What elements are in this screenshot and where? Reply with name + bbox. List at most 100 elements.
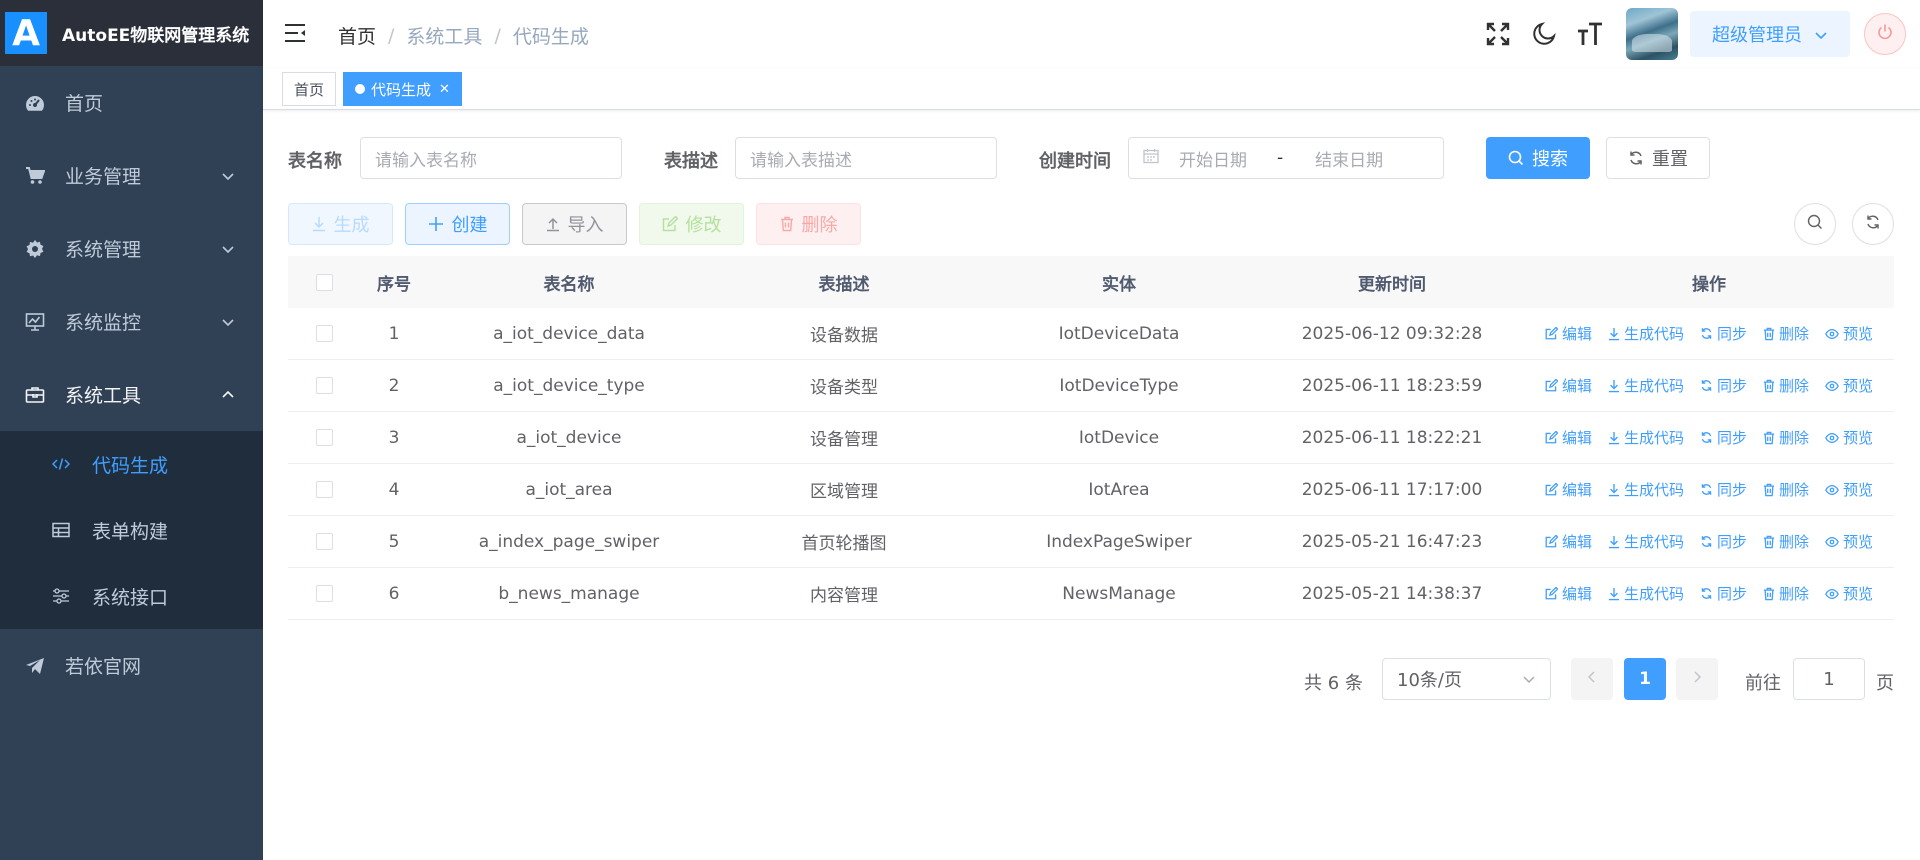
- tag-home[interactable]: 首页: [282, 72, 337, 106]
- delete-row-button[interactable]: 删除: [1763, 427, 1809, 448]
- create-time-range-picker[interactable]: 开始日期 - 结束日期: [1128, 137, 1444, 179]
- row-checkbox[interactable]: [315, 377, 333, 394]
- cell-actions: 编辑 生成代码 同步 删除 预览: [1524, 375, 1894, 396]
- op-label: 删除: [1779, 377, 1810, 395]
- preview-button[interactable]: 预览: [1825, 375, 1873, 396]
- logout-button[interactable]: [1864, 13, 1906, 55]
- select-all-checkbox[interactable]: [315, 273, 333, 291]
- sync-button[interactable]: 同步: [1700, 531, 1747, 552]
- sidebar-subitem-codegen[interactable]: 代码生成: [0, 431, 263, 497]
- edit-button[interactable]: 修改: [639, 203, 744, 245]
- close-icon[interactable]: ✕: [439, 82, 450, 97]
- prev-page-button[interactable]: [1571, 658, 1613, 700]
- row-checkbox[interactable]: [315, 481, 333, 498]
- sync-button[interactable]: 同步: [1700, 375, 1747, 396]
- breadcrumb-separator: /: [388, 24, 395, 47]
- sidebar-item-business[interactable]: 业务管理: [0, 139, 263, 212]
- sync-button[interactable]: 同步: [1700, 583, 1747, 604]
- next-page-button[interactable]: [1676, 658, 1718, 700]
- table-row[interactable]: 3 a_iot_device 设备管理 IotDevice 2025-06-11…: [288, 412, 1894, 464]
- table-row[interactable]: 1 a_iot_device_data 设备数据 IotDeviceData 2…: [288, 308, 1894, 360]
- delete-row-button[interactable]: 删除: [1763, 323, 1809, 344]
- import-button[interactable]: 导入: [522, 203, 627, 245]
- generate-code-button[interactable]: 生成代码: [1608, 583, 1684, 604]
- goto-page-input[interactable]: [1793, 658, 1865, 700]
- delete-row-button[interactable]: 删除: [1763, 583, 1809, 604]
- sidebar-subitem-formbuild[interactable]: 表单构建: [0, 497, 263, 563]
- table-name-input[interactable]: 请输入表名称: [360, 137, 622, 179]
- sync-button[interactable]: 同步: [1700, 323, 1747, 344]
- sidebar-item-monitor[interactable]: 系统监控: [0, 285, 263, 358]
- generate-code-button[interactable]: 生成代码: [1608, 531, 1684, 552]
- codegen-table: 序号 表名称 表描述 实体 更新时间 操作 1 a_iot_device_dat…: [288, 256, 1894, 620]
- delete-button[interactable]: 删除: [756, 203, 861, 245]
- row-checkbox[interactable]: [315, 325, 333, 342]
- preview-button[interactable]: 预览: [1825, 427, 1873, 448]
- reset-button[interactable]: 重置: [1606, 137, 1710, 179]
- font-size-icon[interactable]: [1576, 20, 1604, 48]
- delete-row-button[interactable]: 删除: [1763, 531, 1809, 552]
- toolbox-icon: [25, 385, 45, 405]
- dark-mode-moon-icon[interactable]: [1530, 20, 1558, 48]
- preview-button[interactable]: 预览: [1825, 531, 1873, 552]
- row-checkbox[interactable]: [315, 585, 333, 602]
- table-desc-input[interactable]: 请输入表描述: [735, 137, 997, 179]
- generate-button[interactable]: 生成: [288, 203, 393, 245]
- edit-row-button[interactable]: 编辑: [1545, 323, 1592, 344]
- table-row[interactable]: 4 a_iot_area 区域管理 IotArea 2025-06-11 17:…: [288, 464, 1894, 516]
- user-dropdown[interactable]: 超级管理员: [1690, 11, 1850, 57]
- chevron-up-icon: [221, 387, 235, 408]
- cell-no: 2: [388, 375, 400, 396]
- sliders-icon: [52, 587, 70, 605]
- toggle-search-button[interactable]: [1794, 203, 1836, 245]
- avatar[interactable]: [1626, 8, 1678, 60]
- sidebar-item-tools[interactable]: 系统工具: [0, 358, 263, 431]
- delete-row-button[interactable]: 删除: [1763, 375, 1809, 396]
- edit-row-button[interactable]: 编辑: [1545, 427, 1592, 448]
- search-button[interactable]: 搜索: [1486, 137, 1590, 179]
- sidebar-item-home[interactable]: 首页: [0, 66, 263, 139]
- cell-table-desc: 设备数据: [810, 326, 878, 346]
- chevron-down-icon: [221, 314, 235, 335]
- table-row[interactable]: 5 a_index_page_swiper 首页轮播图 IndexPageSwi…: [288, 516, 1894, 568]
- create-button[interactable]: 创建: [405, 203, 510, 245]
- edit-row-button[interactable]: 编辑: [1545, 583, 1592, 604]
- refresh-table-button[interactable]: [1852, 203, 1894, 245]
- hamburger-icon[interactable]: [283, 22, 307, 49]
- generate-code-button[interactable]: 生成代码: [1608, 427, 1684, 448]
- code-icon: [52, 455, 70, 473]
- breadcrumb-item-home[interactable]: 首页: [338, 22, 376, 49]
- sidebar-item-ruoyi-site[interactable]: 若依官网: [0, 629, 263, 702]
- tag-codegen[interactable]: 代码生成 ✕: [343, 72, 462, 106]
- table-row[interactable]: 6 b_news_manage 内容管理 NewsManage 2025-05-…: [288, 568, 1894, 620]
- header-table-desc: 表描述: [818, 274, 870, 295]
- preview-button[interactable]: 预览: [1825, 323, 1873, 344]
- edit-icon: [662, 216, 678, 232]
- edit-row-button[interactable]: 编辑: [1545, 531, 1592, 552]
- start-date-input[interactable]: 开始日期: [1179, 146, 1247, 171]
- preview-button[interactable]: 预览: [1825, 479, 1873, 500]
- op-label: 同步: [1716, 585, 1747, 603]
- table-row[interactable]: 2 a_iot_device_type 设备类型 IotDeviceType 2…: [288, 360, 1894, 412]
- generate-code-button[interactable]: 生成代码: [1608, 479, 1684, 500]
- page-number-current[interactable]: 1: [1624, 658, 1666, 700]
- row-checkbox[interactable]: [315, 429, 333, 446]
- sync-button[interactable]: 同步: [1700, 427, 1747, 448]
- generate-code-button[interactable]: 生成代码: [1608, 323, 1684, 344]
- cell-actions: 编辑 生成代码 同步 删除 预览: [1524, 427, 1894, 448]
- logo[interactable]: A AutoEE物联网管理系统: [0, 0, 263, 66]
- fullscreen-icon[interactable]: [1484, 20, 1512, 48]
- op-label: 编辑: [1561, 481, 1592, 499]
- sync-button[interactable]: 同步: [1700, 479, 1747, 500]
- end-date-input[interactable]: 结束日期: [1315, 146, 1383, 171]
- generate-code-button[interactable]: 生成代码: [1608, 375, 1684, 396]
- page-size-select[interactable]: 10条/页: [1382, 658, 1551, 700]
- cell-entity: IotArea: [1088, 479, 1150, 500]
- edit-row-button[interactable]: 编辑: [1545, 375, 1592, 396]
- edit-row-button[interactable]: 编辑: [1545, 479, 1592, 500]
- preview-button[interactable]: 预览: [1825, 583, 1873, 604]
- sidebar-item-system[interactable]: 系统管理: [0, 212, 263, 285]
- row-checkbox[interactable]: [315, 533, 333, 550]
- delete-row-button[interactable]: 删除: [1763, 479, 1809, 500]
- sidebar-subitem-api[interactable]: 系统接口: [0, 563, 263, 629]
